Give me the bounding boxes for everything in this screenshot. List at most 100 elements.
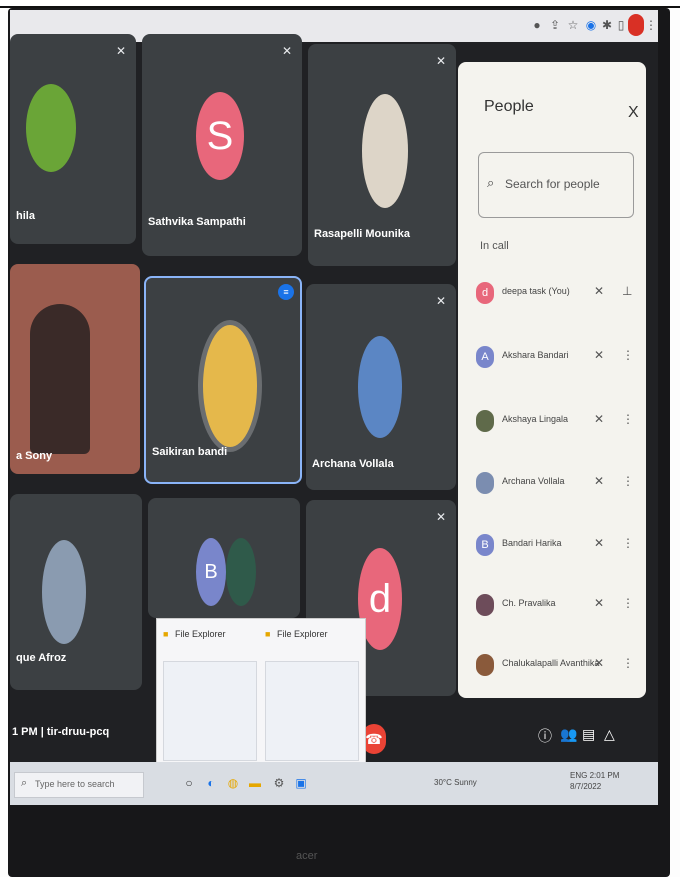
- sidebar-icon[interactable]: ▯: [614, 18, 628, 32]
- mic-off-icon: ✕: [435, 294, 446, 308]
- window-title: File Explorer: [175, 629, 226, 639]
- participant-tile[interactable]: a Sony: [10, 264, 140, 474]
- mic-off-icon[interactable]: ✕: [594, 284, 604, 298]
- participant-tile[interactable]: S ✕ Sathvika Sampathi: [142, 34, 302, 256]
- pin-icon[interactable]: ⊥: [622, 284, 632, 298]
- edge-icon[interactable]: ◐: [204, 776, 218, 792]
- participant-tile[interactable]: que Afroz: [10, 494, 142, 690]
- system-clock[interactable]: ENG 2:01 PM 8/7/2022: [570, 770, 619, 792]
- mic-off-icon[interactable]: ✕: [594, 656, 604, 670]
- mic-off-icon: ✕: [435, 54, 446, 68]
- section-label: In call: [480, 240, 509, 252]
- more-vert-icon[interactable]: ⋮: [622, 348, 634, 362]
- mic-off-icon[interactable]: ✕: [594, 412, 604, 426]
- meeting-info: 1 PM | tir-druu-pcq: [12, 726, 110, 738]
- participant-photo: [198, 320, 262, 452]
- participant-name: que Afroz: [16, 652, 67, 664]
- weather-widget[interactable]: 30°C Sunny: [434, 778, 477, 787]
- mic-off-icon[interactable]: ✕: [594, 474, 604, 488]
- participant-avatar: d: [476, 282, 494, 304]
- taskbar-search-placeholder: Type here to search: [35, 779, 115, 789]
- participant-photo: [26, 84, 76, 172]
- participant-avatar: [476, 654, 494, 676]
- participant-avatar: [476, 594, 494, 616]
- participant-photo: [42, 540, 86, 644]
- search-icon: ⌕: [487, 175, 495, 190]
- participant-row[interactable]: Chalukalapalli Avanthika ✕ ⋮: [472, 652, 642, 682]
- window-preview: [163, 661, 257, 761]
- cortana-icon[interactable]: ○: [182, 776, 196, 792]
- mic-off-icon: ✕: [435, 510, 446, 524]
- screen: ● ⇪ ☆ ◉ ✱ ▯ ⋮ ✕ hila S ✕ Sathvika Sampat…: [10, 10, 658, 805]
- participant-tile-speaking[interactable]: ≡ Saikiran bandi: [144, 276, 302, 484]
- participant-photo: [358, 336, 402, 438]
- profile-avatar[interactable]: [628, 14, 644, 36]
- participant-row[interactable]: A Akshara Bandari ✕ ⋮: [472, 344, 642, 374]
- panel-title: People: [484, 98, 534, 115]
- people-panel: People X ⌕ Search for people In call d d…: [458, 62, 646, 698]
- more-vert-icon[interactable]: ⋮: [622, 536, 634, 550]
- participant-video: [30, 304, 90, 454]
- bookmark-star-icon[interactable]: ☆: [566, 18, 580, 32]
- folder-icon: ■: [265, 629, 271, 639]
- participant-avatar: [476, 472, 494, 494]
- people-search-input[interactable]: ⌕ Search for people: [478, 152, 634, 218]
- meeting-code: tir-druu-pcq: [46, 726, 110, 738]
- search-placeholder: Search for people: [505, 177, 600, 191]
- participant-avatar: B: [196, 538, 226, 606]
- file-explorer-icon[interactable]: ▬: [248, 776, 262, 792]
- participant-tile[interactable]: ✕ Rasapelli Mounika: [308, 44, 456, 266]
- extension-icon[interactable]: ◉: [584, 18, 598, 32]
- participant-row[interactable]: Akshaya Lingala ✕ ⋮: [472, 408, 642, 438]
- info-icon[interactable]: ⓘ: [538, 726, 552, 746]
- participant-name: Ch. Pravalika: [502, 598, 556, 608]
- participant-avatar: S: [196, 92, 244, 180]
- people-icon[interactable]: 👥: [560, 726, 577, 743]
- taskbar-search-input[interactable]: ⌕ Type here to search: [14, 772, 144, 798]
- monitor-logo: acer: [296, 850, 318, 862]
- participant-name: Saikiran bandi: [152, 446, 228, 458]
- chrome-icon[interactable]: ◍: [226, 776, 240, 792]
- participant-row[interactable]: B Bandari Harika ✕ ⋮: [472, 532, 642, 562]
- more-vert-icon[interactable]: ⋮: [622, 656, 634, 670]
- participant-avatar: [476, 410, 494, 432]
- meeting-time: 1 PM: [12, 726, 38, 738]
- chrome-menu-icon[interactable]: ⋮: [644, 18, 658, 32]
- participant-row[interactable]: Archana Vollala ✕ ⋮: [472, 470, 642, 500]
- mic-off-icon[interactable]: ✕: [594, 536, 604, 550]
- window-thumbnail[interactable]: ■ File Explorer: [263, 627, 359, 763]
- participant-avatar: B: [476, 534, 494, 556]
- more-vert-icon[interactable]: ⋮: [622, 412, 634, 426]
- participant-name: Akshaya Lingala: [502, 414, 569, 424]
- window-thumbnail[interactable]: ■ File Explorer: [161, 627, 257, 763]
- participant-name: Akshara Bandari: [502, 350, 569, 360]
- participant-tile[interactable]: B: [148, 498, 300, 618]
- participant-name: Bandari Harika: [502, 538, 562, 548]
- language-indicator: ENG: [570, 771, 588, 780]
- settings-icon[interactable]: ⚙: [272, 776, 286, 792]
- more-vert-icon[interactable]: ⋮: [622, 474, 634, 488]
- file-explorer-preview[interactable]: ■ File Explorer ■ File Explorer: [156, 618, 366, 770]
- puzzle-icon[interactable]: ✱: [600, 18, 614, 32]
- participant-name: Sathvika Sampathi: [148, 216, 246, 228]
- participant-tile[interactable]: ✕ Archana Vollala: [306, 284, 456, 490]
- mic-off-icon: ✕: [281, 44, 292, 58]
- close-icon[interactable]: X: [628, 104, 639, 122]
- share-icon[interactable]: ⇪: [548, 18, 562, 32]
- chat-icon[interactable]: ▤: [582, 726, 595, 743]
- participant-photo: [226, 538, 256, 606]
- camera-icon[interactable]: ●: [530, 18, 544, 32]
- participant-tile[interactable]: ✕ hila: [10, 34, 136, 244]
- app-icon[interactable]: ▣: [294, 776, 308, 792]
- participant-row[interactable]: d deepa task (You) ✕ ⊥: [472, 280, 642, 310]
- participant-name: hila: [16, 210, 35, 222]
- participant-row[interactable]: Ch. Pravalika ✕ ⋮: [472, 592, 642, 622]
- more-vert-icon[interactable]: ⋮: [622, 596, 634, 610]
- folder-icon: ■: [163, 629, 169, 639]
- page-top-border: [0, 0, 680, 8]
- participant-name: Archana Vollala: [502, 476, 565, 486]
- activities-icon[interactable]: △: [604, 726, 615, 743]
- mic-off-icon[interactable]: ✕: [594, 596, 604, 610]
- mic-off-icon[interactable]: ✕: [594, 348, 604, 362]
- mic-off-icon: ✕: [115, 44, 126, 58]
